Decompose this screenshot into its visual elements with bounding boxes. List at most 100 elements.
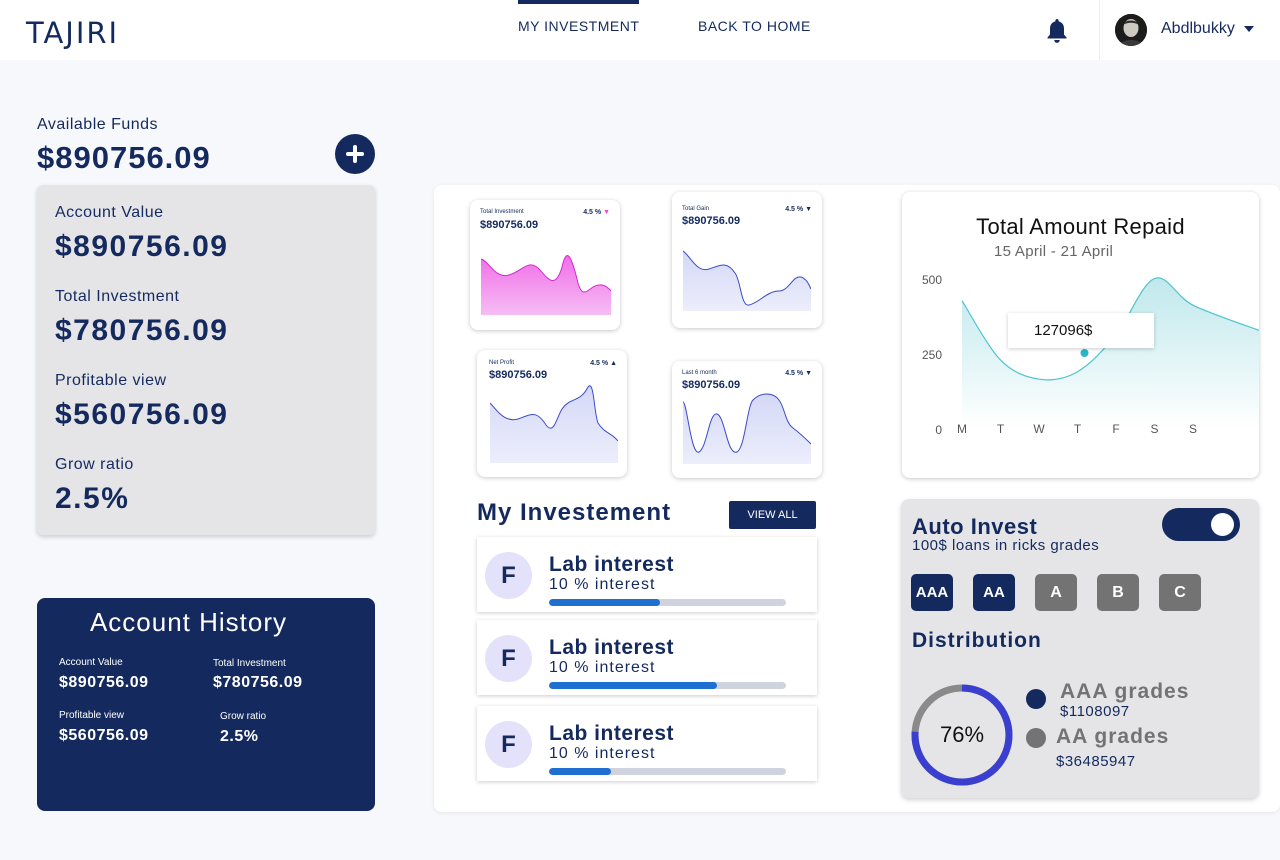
history-value: $890756.09 [59, 674, 149, 691]
grade-a-button[interactable]: A [1035, 574, 1077, 611]
legend-value: $36485947 [1056, 753, 1136, 770]
x-tick-label: M [957, 422, 967, 436]
investment-rate: 10 % interest [549, 576, 656, 593]
mini-card-net-profit[interactable]: Net Profit $890756.09 4.5 % ▲ [477, 350, 627, 477]
sparkline-chart [481, 255, 611, 315]
mini-card-pct: 4.5 % ▼ [583, 209, 610, 216]
investment-item[interactable]: F Lab interest 10 % interest [477, 620, 817, 695]
x-tick-label: W [1033, 422, 1045, 436]
investment-progress-bar [549, 682, 786, 689]
grade-aaa-button[interactable]: AAA [911, 574, 953, 611]
history-label: Total Investment [213, 658, 286, 669]
investment-progress-bar [549, 599, 786, 606]
account-history-card: Account History Account Value $890756.09… [37, 598, 375, 811]
mini-card-value: $890756.09 [682, 379, 741, 391]
mini-card-total-gain[interactable]: Total Gain $890756.09 4.5 % ▼ [672, 192, 822, 328]
caret-down-icon[interactable] [1244, 26, 1254, 32]
y-tick-label: 250 [922, 348, 942, 362]
x-tick-label: S [1150, 422, 1158, 436]
investment-item[interactable]: F Lab interest 10 % interest [477, 537, 817, 612]
my-investment-title: My Investement [477, 499, 672, 526]
nav-back-to-home[interactable]: BACK TO HOME [698, 18, 811, 34]
account-stats-card: Account Value $890756.09 Total Investmen… [37, 185, 375, 535]
toggle-knob [1211, 513, 1234, 536]
available-funds-label: Available Funds [37, 116, 159, 133]
mini-card-title: Total Gain [682, 206, 710, 212]
investment-name: Lab interest [549, 722, 675, 745]
stat-label: Account Value [55, 204, 164, 221]
history-value: $780756.09 [213, 674, 303, 691]
x-tick-label: S [1189, 422, 1197, 436]
mini-card-pct: 4.5 % ▼ [785, 206, 812, 213]
mini-card-last-6-month[interactable]: Last 6 month $890756.09 4.5 % ▼ [672, 361, 822, 478]
investment-name: Lab interest [549, 636, 675, 659]
y-tick-label: 0 [935, 423, 942, 437]
chart-subtitle: 15 April - 21 April [994, 243, 1114, 260]
grade-c-button[interactable]: C [1159, 574, 1201, 611]
mini-card-value: $890756.09 [480, 219, 539, 231]
mini-card-value: $890756.09 [682, 215, 741, 227]
investment-progress-fill [549, 682, 718, 689]
chart-tooltip: 127096$ [1008, 313, 1154, 348]
mini-card-value: $890756.09 [489, 369, 548, 381]
stat-value: $780756.09 [55, 314, 229, 347]
sparkline-chart [490, 385, 618, 463]
account-history-title: Account History [89, 607, 288, 637]
history-label: Account Value [59, 657, 123, 668]
stat-value: $560756.09 [55, 398, 229, 431]
history-value: $560756.09 [59, 727, 149, 744]
bell-icon[interactable] [1044, 17, 1070, 45]
investment-progress-fill [549, 768, 611, 775]
auto-invest-toggle[interactable] [1162, 508, 1240, 541]
legend-name: AA grades [1056, 725, 1170, 748]
available-funds-value: $890756.09 [37, 140, 211, 175]
investment-item[interactable]: F Lab interest 10 % interest [477, 706, 817, 781]
legend-value: $1108097 [1060, 703, 1130, 720]
legend-dot-aaa [1026, 689, 1046, 709]
user-avatar[interactable] [1115, 14, 1147, 46]
investment-progress-fill [549, 599, 661, 606]
investment-badge: F [485, 552, 532, 599]
investment-rate: 10 % interest [549, 745, 656, 762]
view-all-button[interactable]: VIEW ALL [729, 501, 816, 529]
y-tick-label: 500 [922, 273, 942, 287]
investment-badge: F [485, 635, 532, 682]
brand-logo[interactable]: TAJIRI [26, 16, 119, 50]
repaid-data-point[interactable] [1080, 349, 1089, 357]
add-funds-button[interactable] [335, 134, 375, 174]
legend-name: AAA grades [1060, 680, 1190, 703]
history-label: Profitable view [59, 710, 125, 721]
chart-title: Total Amount Repaid [976, 214, 1185, 239]
auto-invest-subtitle: 100$ loans in ricks grades [912, 537, 1100, 554]
x-tick-label: T [997, 422, 1005, 436]
x-tick-label: F [1112, 422, 1119, 436]
sparkline-chart [683, 250, 811, 311]
mini-card-pct: 4.5 % ▲ [590, 360, 617, 367]
sparkline-chart [683, 393, 811, 464]
investment-progress-bar [549, 768, 786, 775]
top-bar: TAJIRI MY INVESTMENT BACK TO HOME Abdlbu… [0, 0, 1280, 60]
username[interactable]: Abdlbukky [1161, 20, 1235, 38]
mini-card-total-investment[interactable]: Total Investment $890756.09 4.5 % ▼ [470, 200, 620, 330]
total-amount-repaid-card: 0 250 500 M T W T F S S Total Amount Repaid 15 A… [902, 192, 1259, 478]
investment-name: Lab interest [549, 553, 675, 576]
legend-dot-aa [1026, 728, 1046, 748]
mini-card-title: Net Profit [489, 360, 515, 366]
history-label: Grow ratio [220, 711, 267, 722]
x-tick-label: T [1074, 422, 1082, 436]
investment-rate: 10 % interest [549, 659, 656, 676]
mini-card-title: Total Investment [480, 209, 524, 215]
history-value: 2.5% [220, 728, 259, 745]
header-divider [1099, 0, 1100, 60]
investment-badge: F [485, 721, 532, 768]
grade-aa-button[interactable]: AA [973, 574, 1015, 611]
stat-label: Profitable view [55, 372, 167, 389]
repaid-area-fill [962, 277, 1259, 428]
distribution-title: Distribution [912, 629, 1042, 652]
distribution-percent: 76% [939, 722, 985, 747]
mini-card-pct: 4.5 % ▼ [785, 370, 812, 377]
nav-my-investment[interactable]: MY INVESTMENT [518, 0, 640, 34]
stat-value: $890756.09 [55, 230, 229, 263]
stat-label: Total Investment [55, 288, 180, 305]
grade-b-button[interactable]: B [1097, 574, 1139, 611]
